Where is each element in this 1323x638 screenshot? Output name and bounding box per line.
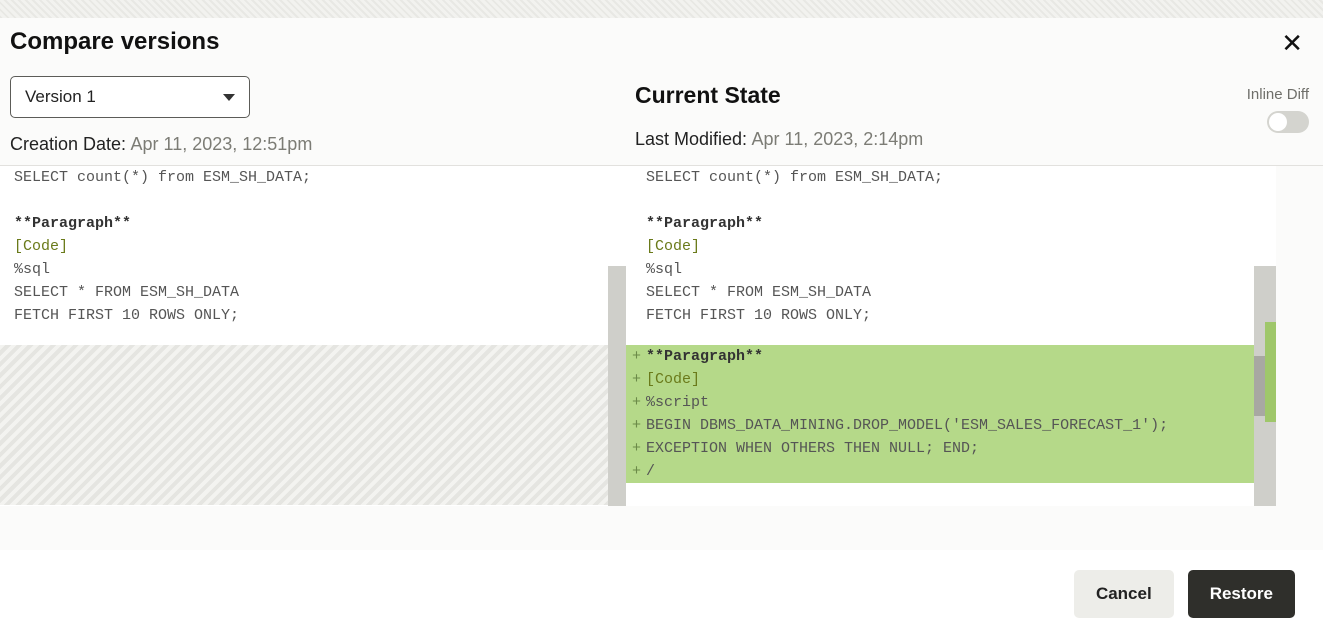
diff-added-indicator [1265, 322, 1276, 422]
diff-area: SELECT count(*) from ESM_SH_DATA; **Para… [0, 166, 1323, 506]
cancel-button[interactable]: Cancel [1074, 570, 1174, 618]
toggle-knob [1269, 113, 1287, 131]
dialog-title: Compare versions [10, 28, 219, 56]
chevron-down-icon [223, 94, 235, 101]
plus-icon: + [632, 437, 641, 460]
empty-diff-region [0, 345, 626, 505]
paragraph-marker: **Paragraph** [0, 212, 626, 235]
paragraph-marker: **Paragraph** [626, 212, 1276, 235]
current-state-title: Current State [635, 82, 1309, 109]
added-diff-block: + **Paragraph** + [Code] + %script + + BEGIN… [626, 345, 1276, 483]
code-line: SELECT * FROM ESM_SH_DATA [0, 281, 626, 304]
plus-icon: + [632, 391, 641, 414]
compare-versions-dialog: Compare versions ✕ Version 1 Creation Da… [0, 18, 1323, 638]
code-line: / [646, 463, 655, 480]
code-line: SELECT count(*) from ESM_SH_DATA; [0, 166, 626, 189]
scrollbar-vertical[interactable] [608, 266, 626, 506]
plus-icon: + [632, 414, 641, 437]
left-diff-pane[interactable]: SELECT count(*) from ESM_SH_DATA; **Para… [0, 166, 626, 506]
code-line: FETCH FIRST 10 ROWS ONLY; [0, 304, 626, 327]
code-line: SELECT * FROM ESM_SH_DATA [626, 281, 1276, 304]
last-modified-label: Last Modified: [635, 129, 747, 149]
code-line: BEGIN DBMS_DATA_MINING.DROP_MODEL('ESM_S… [646, 417, 1168, 434]
version-select[interactable]: Version 1 [10, 76, 250, 118]
right-meta-column: Current State Last Modified: Apr 11, 202… [635, 76, 1309, 155]
plus-icon: + [632, 460, 641, 483]
code-line: %sql [626, 258, 1276, 281]
close-icon[interactable]: ✕ [1275, 28, 1309, 58]
code-marker: [Code] [626, 235, 1276, 258]
scrollbar-thumb[interactable] [1254, 356, 1265, 416]
creation-date-value: Apr 11, 2023, 12:51pm [131, 134, 313, 154]
dialog-footer: Cancel Restore [0, 550, 1323, 638]
left-meta-column: Version 1 Creation Date: Apr 11, 2023, 1… [10, 76, 635, 155]
code-marker: [Code] [646, 371, 700, 388]
inline-diff-label: Inline Diff [1247, 86, 1309, 103]
background-pattern [0, 0, 1323, 18]
paragraph-marker: **Paragraph** [646, 348, 763, 365]
code-line: %sql [0, 258, 626, 281]
creation-date-label: Creation Date: [10, 134, 126, 154]
last-modified-value: Apr 11, 2023, 2:14pm [752, 129, 924, 149]
code-line: SELECT count(*) from ESM_SH_DATA; [626, 166, 1276, 189]
plus-icon: + [632, 345, 641, 368]
version-select-label: Version 1 [25, 87, 96, 107]
code-line: FETCH FIRST 10 ROWS ONLY; [626, 304, 1276, 327]
inline-diff-toggle[interactable] [1267, 111, 1309, 133]
code-marker: [Code] [0, 235, 626, 258]
plus-icon: + [632, 368, 641, 391]
code-line: EXCEPTION WHEN OTHERS THEN NULL; END; [646, 440, 979, 457]
right-diff-pane[interactable]: SELECT count(*) from ESM_SH_DATA; **Para… [626, 166, 1276, 506]
restore-button[interactable]: Restore [1188, 570, 1295, 618]
code-line: %script [646, 394, 709, 411]
